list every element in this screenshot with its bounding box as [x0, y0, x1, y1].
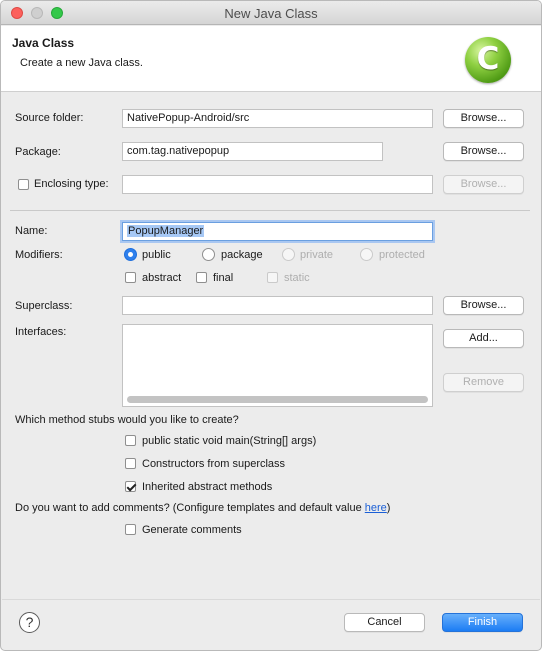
superclass-input[interactable] [122, 296, 433, 315]
interfaces-label: Interfaces: [15, 326, 67, 338]
method-stubs-question: Which method stubs would you like to cre… [15, 414, 239, 426]
class-name-value: PopupManager [127, 225, 205, 237]
modifier-static-checkbox[interactable] [267, 272, 278, 283]
modifier-public-radio[interactable] [124, 248, 137, 261]
enclosing-type-input[interactable] [122, 175, 433, 194]
comments-question-suffix: ) [386, 502, 391, 514]
modifier-private-radio[interactable] [282, 248, 295, 261]
logo-letter: C [476, 41, 500, 77]
modifier-private-label: private [300, 249, 334, 261]
comments-question-prefix: Do you want to add comments? (Configure … [15, 502, 365, 514]
source-folder-label: Source folder: [15, 112, 84, 124]
help-icon[interactable]: ? [19, 612, 40, 633]
stub-inherited-checkbox[interactable] [125, 481, 136, 492]
stub-constructors-checkbox[interactable] [125, 458, 136, 469]
modifier-public-label: public [142, 249, 171, 261]
interfaces-horizontal-scrollbar[interactable] [127, 396, 428, 403]
stub-inherited-label: Inherited abstract methods [142, 481, 273, 493]
wizard-page-description: Create a new Java class. [20, 57, 143, 69]
configure-templates-link[interactable]: here [365, 502, 387, 514]
window-title: New Java Class [224, 6, 318, 21]
enclosing-type-label: Enclosing type: [34, 178, 109, 190]
remove-interface-button[interactable]: Remove [443, 373, 524, 392]
package-label: Package: [15, 146, 61, 158]
interfaces-list[interactable] [122, 324, 433, 407]
comments-question: Do you want to add comments? (Configure … [15, 502, 390, 514]
package-browse-button[interactable]: Browse... [443, 142, 524, 161]
superclass-browse-button[interactable]: Browse... [443, 296, 524, 315]
stub-main-checkbox[interactable] [125, 435, 136, 446]
modifier-static-label: static [284, 272, 310, 284]
cancel-button[interactable]: Cancel [344, 613, 425, 632]
wizard-page-title: Java Class [12, 36, 75, 50]
enclosing-type-browse-button[interactable]: Browse... [443, 175, 524, 194]
modifier-protected-label: protected [379, 249, 425, 261]
footer-separator [2, 599, 540, 600]
stub-constructors-label: Constructors from superclass [142, 458, 286, 470]
finish-button[interactable]: Finish [442, 613, 523, 632]
modifier-protected-radio[interactable] [360, 248, 373, 261]
modifier-package-label: package [221, 249, 263, 261]
generate-comments-label: Generate comments [142, 524, 242, 536]
source-folder-input[interactable]: NativePopup-Android/src [122, 109, 433, 128]
modifier-package-radio[interactable] [202, 248, 215, 261]
modifier-final-label: final [213, 272, 234, 284]
modifiers-label: Modifiers: [15, 249, 63, 261]
superclass-label: Superclass: [15, 300, 73, 312]
generate-comments-checkbox[interactable] [125, 524, 136, 535]
title-bar: New Java Class [1, 1, 541, 25]
package-input[interactable]: com.tag.nativepopup [122, 142, 383, 161]
modifier-abstract-label: abstract [142, 272, 182, 284]
section-separator [10, 210, 530, 211]
new-java-class-dialog: New Java Class Java Class Create a new J… [0, 0, 542, 651]
add-interface-button[interactable]: Add... [443, 329, 524, 348]
java-class-logo-icon: C [465, 37, 511, 83]
modifier-final-checkbox[interactable] [196, 272, 207, 283]
modifier-abstract-checkbox[interactable] [125, 272, 136, 283]
source-folder-browse-button[interactable]: Browse... [443, 109, 524, 128]
name-label: Name: [15, 225, 48, 237]
class-name-input[interactable]: PopupManager [122, 222, 433, 241]
stub-main-label: public static void main(String[] args) [142, 435, 317, 447]
enclosing-type-checkbox[interactable] [18, 179, 29, 190]
wizard-header: Java Class Create a new Java class. C [1, 26, 541, 92]
